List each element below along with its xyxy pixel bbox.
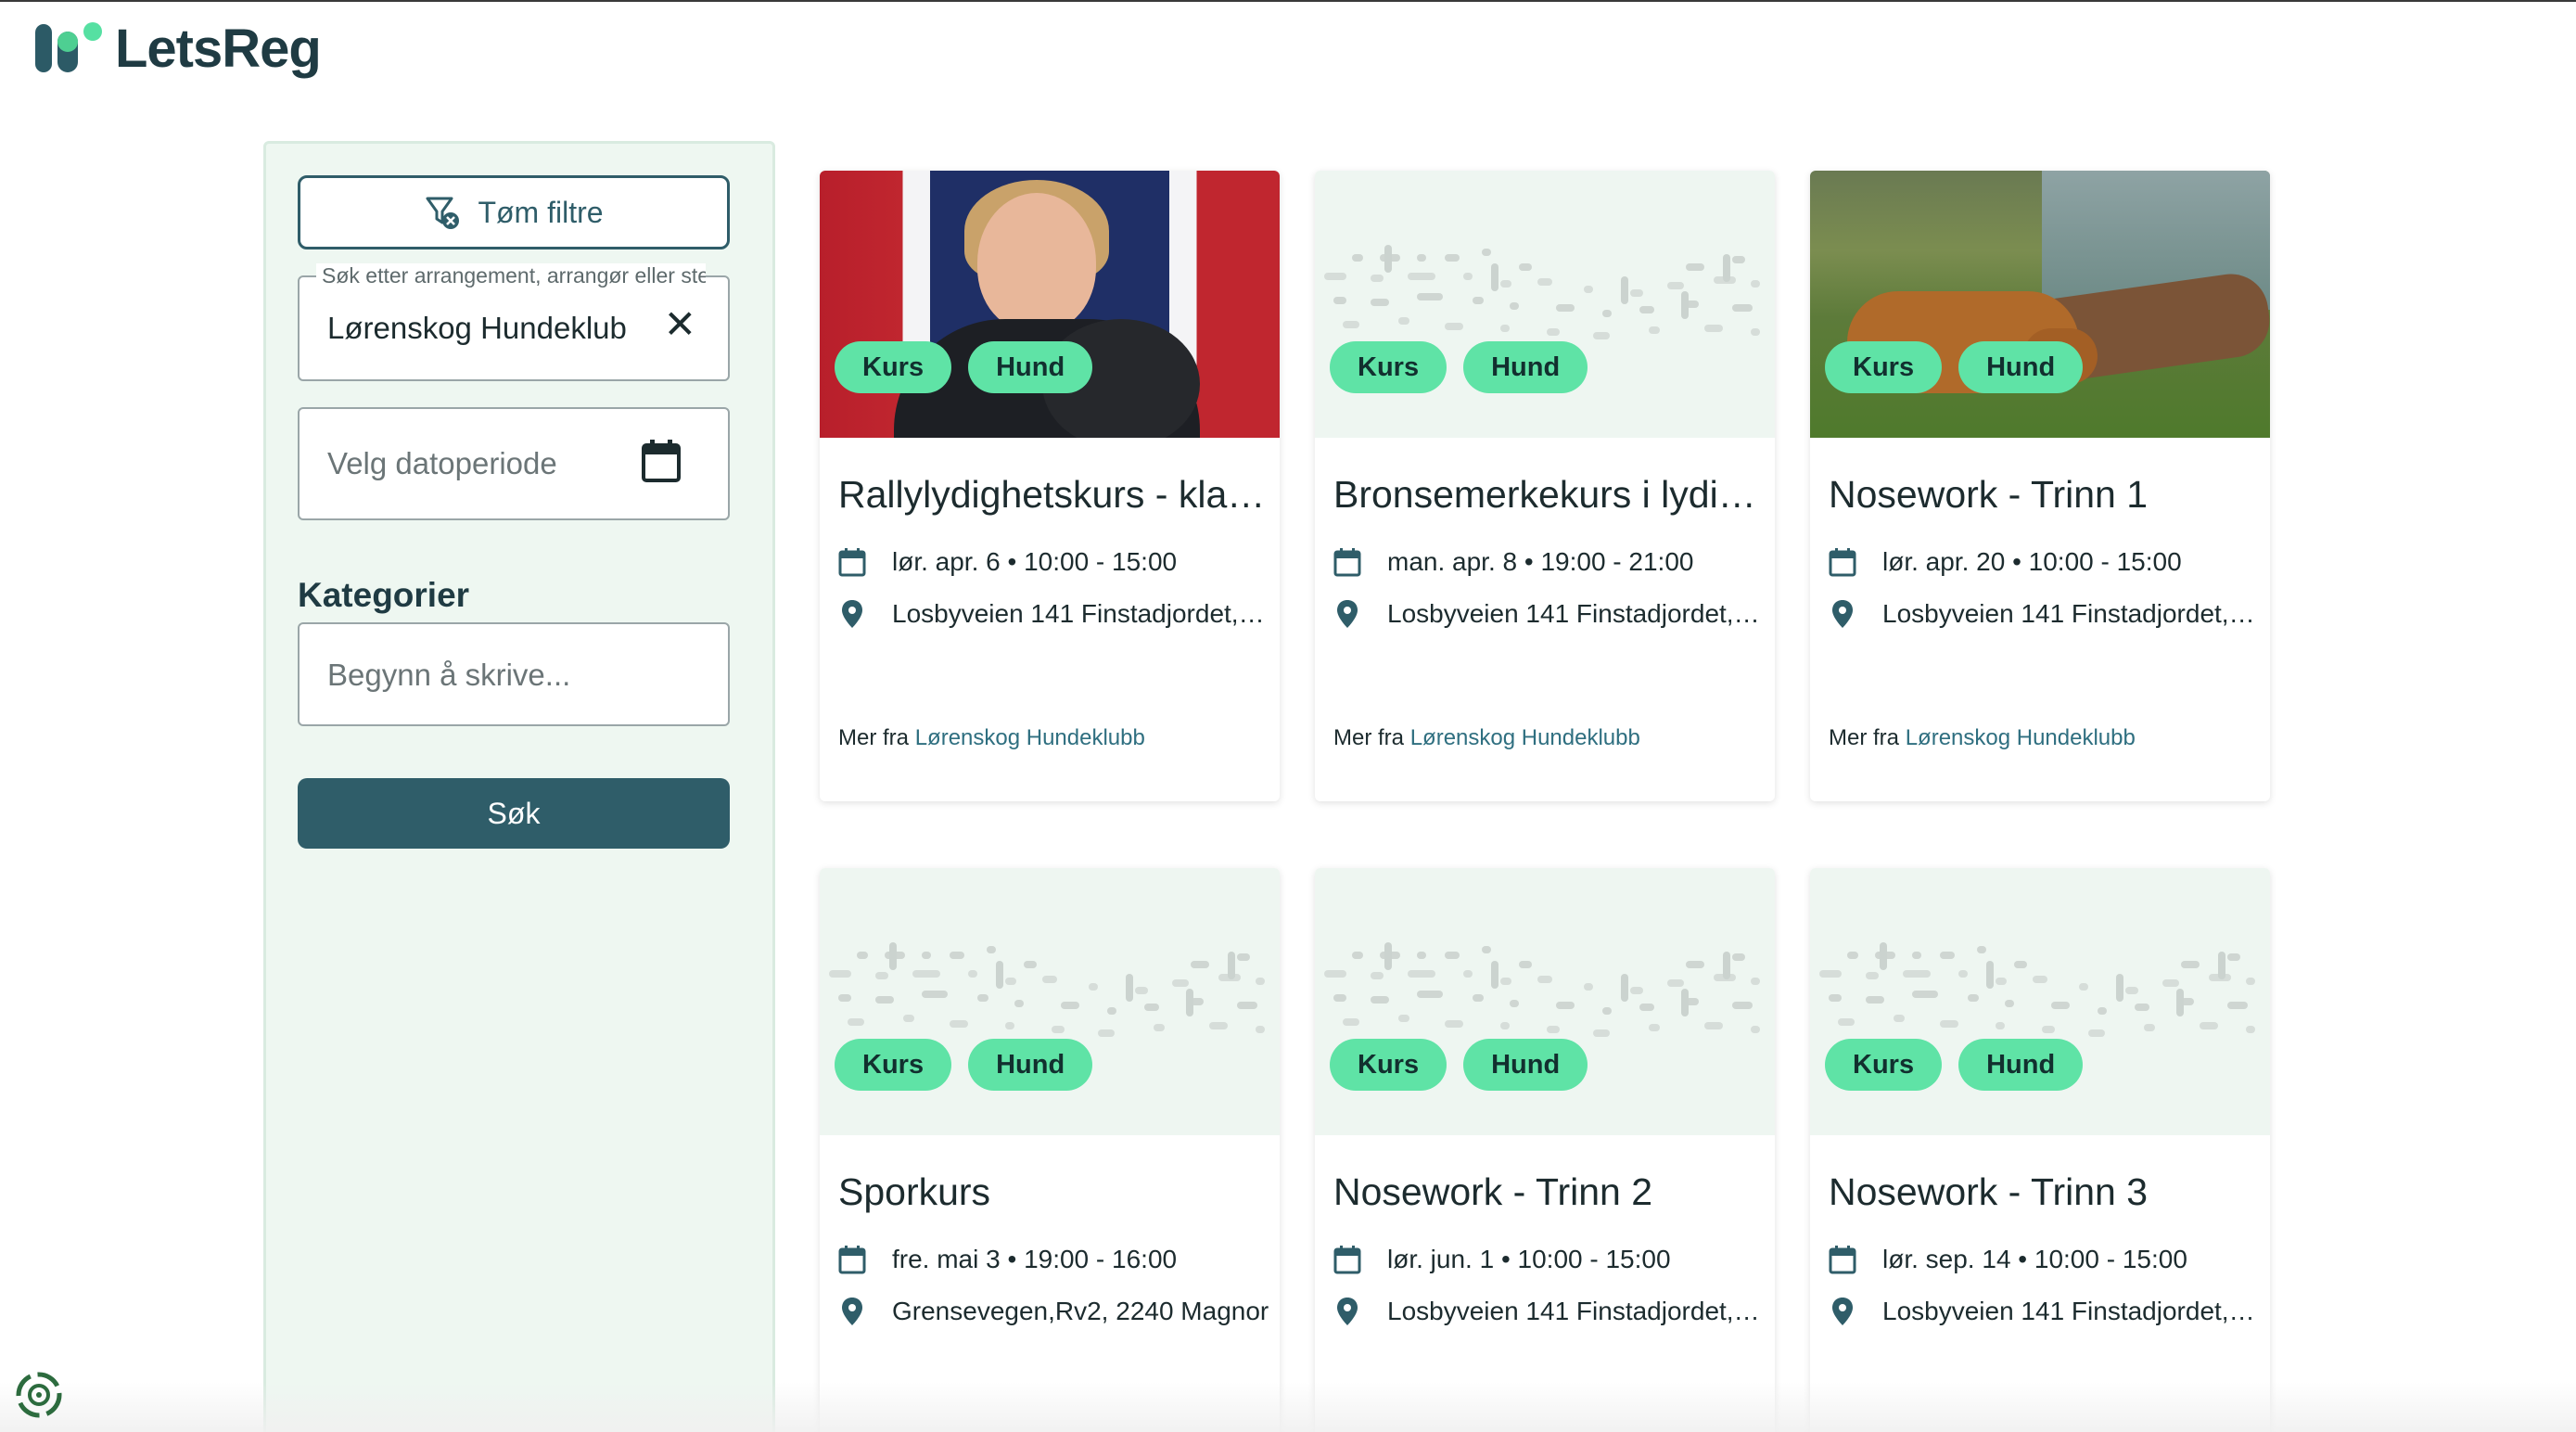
filter-clear-icon (426, 197, 460, 229)
calendar-icon (838, 548, 866, 577)
categories-placeholder: Begynn å skrive... (327, 658, 571, 692)
event-image-placeholder: Kurs Hund (1810, 868, 2270, 1135)
search-input-label: Søk etter arrangement, arrangør eller st… (316, 263, 706, 288)
bottom-fade (0, 1382, 2576, 1432)
event-card[interactable]: Kurs Hund Nosework - Trinn 2 lør. jun. 1… (1315, 868, 1775, 1432)
organizer-line: Mer fra Lørenskog Hundeklubb (1829, 725, 2136, 750)
event-location: Grensevegen,Rv2, 2240 Magnor (838, 1297, 1274, 1326)
location-pin-icon (842, 600, 862, 628)
accessibility-widget-icon[interactable] (13, 1369, 65, 1421)
location-pin-icon (1832, 1298, 1853, 1325)
location-pin-icon (1337, 1298, 1358, 1325)
calendar-icon (1333, 548, 1361, 577)
calendar-icon (1829, 548, 1856, 577)
organizer-link[interactable]: Lørenskog Hundeklubb (915, 725, 1145, 750)
organizer-line: Mer fra Lørenskog Hundeklubb (1333, 725, 1640, 750)
event-title[interactable]: Nosework - Trinn 3 (1829, 1170, 2261, 1214)
event-date: lør. apr. 6 • 10:00 - 15:00 (838, 547, 1274, 577)
search-button[interactable]: Søk (298, 778, 730, 849)
tag-kurs: Kurs (1330, 341, 1447, 393)
tag-hund: Hund (1958, 341, 2084, 393)
tag-hund: Hund (1463, 1039, 1588, 1091)
event-location: Losbyveien 141 Finstadjordet,Nordby (838, 599, 1274, 629)
letsreg-logo-icon (35, 20, 104, 76)
clear-filters-button[interactable]: Tøm filtre (298, 175, 730, 249)
tag-kurs: Kurs (1330, 1039, 1447, 1091)
event-date: lør. apr. 20 • 10:00 - 15:00 (1829, 547, 2264, 577)
location-pin-icon (1337, 600, 1358, 628)
event-title[interactable]: Rallylydighetskurs - klasse 1 (838, 473, 1270, 517)
tag-hund: Hund (968, 341, 1093, 393)
clear-filters-label: Tøm filtre (478, 195, 604, 229)
event-image-placeholder: Kurs Hund (1315, 868, 1775, 1135)
close-icon[interactable]: ✕ (664, 301, 696, 347)
event-card[interactable]: Kurs Hund Nosework - Trinn 3 lør. sep. 1… (1810, 868, 2270, 1432)
calendar-icon (838, 1246, 866, 1274)
categories-input[interactable]: Begynn å skrive... (298, 622, 730, 726)
event-date: lør. sep. 14 • 10:00 - 15:00 (1829, 1245, 2264, 1274)
event-image: Kurs Hund (820, 171, 1280, 438)
event-date: man. apr. 8 • 19:00 - 21:00 (1333, 547, 1769, 577)
event-location: Losbyveien 141 Finstadjordet,Nordby (1829, 599, 2264, 629)
tag-hund: Hund (968, 1039, 1093, 1091)
event-title[interactable]: Bronsemerkekurs i lydighet (1333, 473, 1766, 517)
search-input-value[interactable]: Lørenskog Hundeklub (327, 311, 627, 346)
date-range-placeholder: Velg datoperiode (327, 446, 557, 480)
event-card[interactable]: Kurs Hund Sporkurs fre. mai 3 • 19:00 - … (820, 868, 1280, 1432)
event-date: fre. mai 3 • 19:00 - 16:00 (838, 1245, 1274, 1274)
window-top-border (0, 0, 2576, 2)
tag-hund: Hund (1958, 1039, 2084, 1091)
event-image: Kurs Hund (1810, 171, 2270, 438)
event-date: lør. jun. 1 • 10:00 - 15:00 (1333, 1245, 1769, 1274)
event-image-placeholder: Kurs Hund (820, 868, 1280, 1135)
organizer-link[interactable]: Lørenskog Hundeklubb (1906, 725, 2136, 750)
letsreg-logo[interactable]: LetsReg (35, 19, 322, 79)
filter-sidebar: Tøm filtre Søk etter arrangement, arrang… (263, 141, 775, 1432)
event-location: Losbyveien 141 Finstadjordet,Nordby (1333, 599, 1769, 629)
organizer-line: Mer fra Lørenskog Hundeklubb (838, 725, 1145, 750)
categories-heading: Kategorier (298, 576, 470, 614)
calendar-icon[interactable] (641, 439, 682, 483)
search-input[interactable]: Søk etter arrangement, arrangør eller st… (298, 263, 730, 381)
date-range-picker[interactable]: Velg datoperiode (298, 407, 730, 520)
tag-kurs: Kurs (835, 1039, 952, 1091)
tag-kurs: Kurs (1825, 341, 1943, 393)
event-card[interactable]: Kurs Hund Rallylydighetskurs - klasse 1 … (820, 171, 1280, 801)
tag-hund: Hund (1463, 341, 1588, 393)
event-location: Losbyveien 141 Finstadjordet,Nordby (1829, 1297, 2264, 1326)
event-card[interactable]: Kurs Hund Bronsemerkekurs i lydighet man… (1315, 171, 1775, 801)
tag-kurs: Kurs (1825, 1039, 1943, 1091)
event-location: Losbyveien 141 Finstadjordet,Nordby (1333, 1297, 1769, 1326)
event-title[interactable]: Nosework - Trinn 1 (1829, 473, 2261, 517)
event-image-placeholder: Kurs Hund (1315, 171, 1775, 438)
location-pin-icon (1832, 600, 1853, 628)
organizer-link[interactable]: Lørenskog Hundeklubb (1410, 725, 1640, 750)
event-title[interactable]: Sporkurs (838, 1170, 1270, 1214)
event-title[interactable]: Nosework - Trinn 2 (1333, 1170, 1766, 1214)
location-pin-icon (842, 1298, 862, 1325)
calendar-icon (1829, 1246, 1856, 1274)
calendar-icon (1333, 1246, 1361, 1274)
logo-text: LetsReg (115, 18, 322, 79)
event-card[interactable]: Kurs Hund Nosework - Trinn 1 lør. apr. 2… (1810, 171, 2270, 801)
tag-kurs: Kurs (835, 341, 952, 393)
